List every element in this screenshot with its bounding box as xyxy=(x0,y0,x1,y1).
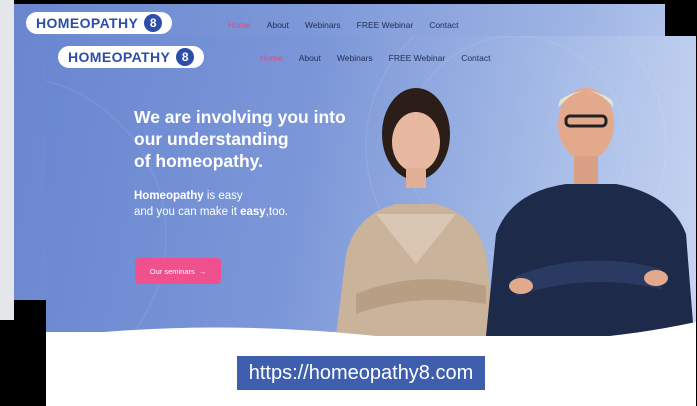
back-nav-item-webinars: Webinars xyxy=(304,20,341,30)
nav-item-about[interactable]: About xyxy=(299,53,321,63)
website-screenshot: HOMEOPATHY 8 Home About Webinars FREE We… xyxy=(46,36,696,406)
subline-2-bold: easy xyxy=(240,206,266,218)
subline-1-bold: Homeopathy xyxy=(134,190,204,202)
back-logo: HOMEOPATHY 8 xyxy=(26,12,173,34)
subline-2-pre: and you can make it xyxy=(134,206,241,218)
hero-subline-2: and you can make it easy,too. xyxy=(134,206,288,218)
back-logo-text: HOMEOPATHY xyxy=(36,15,139,31)
logo-text: HOMEOPATHY xyxy=(68,49,171,65)
nav-item-webinars[interactable]: Webinars xyxy=(337,53,373,63)
arrow-right-icon: → xyxy=(198,266,207,276)
back-nav-item-home: Home xyxy=(228,20,251,30)
main-nav: Home About Webinars FREE Webinar Contact xyxy=(260,53,490,63)
man-figure xyxy=(486,88,694,336)
woman-figure xyxy=(336,88,496,336)
hero-section: HOMEOPATHY 8 Home About Webinars FREE We… xyxy=(46,36,696,336)
back-nav-item-contact: Contact xyxy=(429,20,459,30)
corner-block xyxy=(0,380,46,406)
our-seminars-button[interactable]: Our seminars → xyxy=(135,258,221,284)
website-url-caption: https://homeopathy8.com xyxy=(237,356,485,390)
nav-item-home[interactable]: Home xyxy=(260,53,283,63)
nav-item-contact[interactable]: Contact xyxy=(461,53,490,63)
nav-item-free-webinar[interactable]: FREE Webinar xyxy=(389,53,446,63)
subline-2-post: ,too. xyxy=(265,206,289,218)
subline-1-rest: is easy xyxy=(203,190,243,202)
cta-label: Our seminars xyxy=(149,266,195,276)
brand-logo[interactable]: HOMEOPATHY 8 xyxy=(58,46,205,68)
back-nav: Home About Webinars FREE Webinar Contact xyxy=(228,20,458,30)
back-logo-mark-icon: 8 xyxy=(144,14,163,32)
back-nav-item-free-webinar: FREE Webinar xyxy=(356,20,414,30)
background-sliver xyxy=(0,0,14,320)
logo-mark-icon: 8 xyxy=(176,48,195,66)
hero-subline-1: Homeopathy is easy xyxy=(134,190,243,202)
hero-photo-people xyxy=(336,88,694,336)
back-nav-item-about: About xyxy=(266,20,289,30)
